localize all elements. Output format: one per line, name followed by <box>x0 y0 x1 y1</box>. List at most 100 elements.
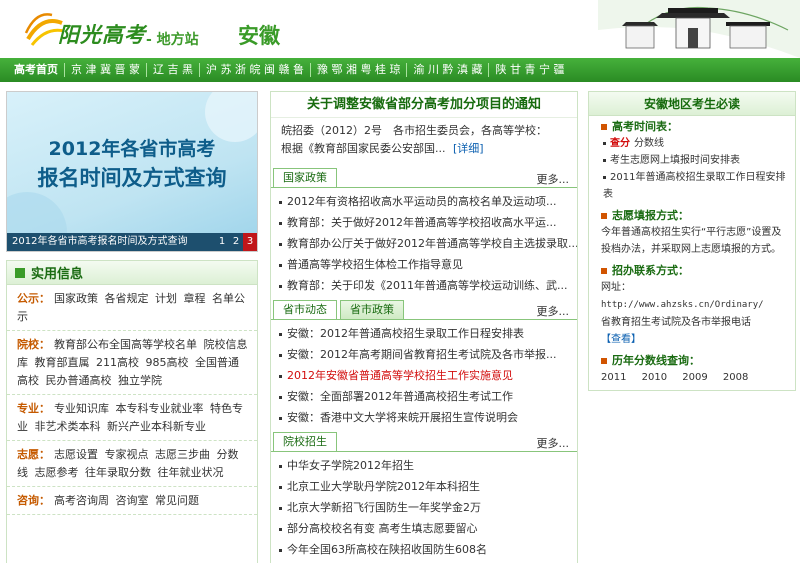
banner-headline-1: 2012年各省市高考 <box>48 138 216 160</box>
info-link[interactable]: 本专科专业就业率 <box>116 402 204 415</box>
nav-central-south[interactable]: 豫 鄂 湘 粤 桂 琼 <box>311 63 408 77</box>
info-section-label: 公示： <box>17 292 50 305</box>
headline-detail-link[interactable]: [详细] <box>453 142 484 155</box>
info-section: 公示： 国家政策 各省规定 计划 章程 名单公示 <box>7 285 257 331</box>
news-link[interactable]: 北京大学新招飞行国防生一年奖学金2万 <box>287 501 481 514</box>
bullet-icon <box>279 416 282 420</box>
site-logo[interactable]: 阳光高考 - 地方站 <box>22 5 222 53</box>
admission-schedule-link[interactable]: 2011年普通高校招生录取工作日程安排表 <box>603 172 785 200</box>
volunteer-schedule-link[interactable]: 考生志愿网上填报时间安排表 <box>610 155 740 166</box>
past-scores-heading: 历年分数线查询： <box>612 354 700 367</box>
info-link[interactable]: 常见问题 <box>155 494 199 507</box>
info-link[interactable]: 教育部公布全国高等学校名单 <box>54 338 197 351</box>
more-link[interactable]: 更多... <box>537 435 570 451</box>
info-link[interactable]: 非艺术类本科 <box>35 420 101 433</box>
website-url[interactable]: http://www.ahzsks.cn/Ordinary/ <box>601 300 764 310</box>
news-link[interactable]: 普通高等学校招生体检工作指导意见 <box>287 258 463 271</box>
banner-page-1[interactable]: 1 <box>215 233 229 251</box>
info-link[interactable]: 民办普通高校 <box>46 374 112 387</box>
nav-northeast[interactable]: 辽 吉 黑 <box>147 63 200 77</box>
more-link[interactable]: 更多... <box>537 171 570 187</box>
news-tab[interactable]: 省市政策 <box>340 300 404 319</box>
info-link[interactable]: 志愿参考 <box>35 466 79 479</box>
news-tab[interactable]: 院校招生 <box>273 432 337 451</box>
score-year-link[interactable]: 2008 <box>723 372 748 383</box>
list-item: 安徽：2012年普通高校招生录取工作日程安排表 <box>279 323 577 344</box>
nav-north[interactable]: 京 津 冀 晋 蒙 <box>65 63 147 77</box>
news-link[interactable]: 安徽：全面部署2012年普通高校招生考试工作 <box>287 390 513 403</box>
bullet-icon <box>279 395 282 399</box>
nav-northwest[interactable]: 陕 甘 青 宁 疆 <box>489 63 570 77</box>
headline-title[interactable]: 关于调整安徽省部分高考加分项目的通知 <box>271 92 577 118</box>
exam-schedule-heading: 高考时间表： <box>612 120 678 133</box>
info-link[interactable]: 志愿三步曲 <box>155 448 210 461</box>
news-link[interactable]: 安徽：2012年高考期间省教育招生考试院及各市举报... <box>287 348 556 361</box>
view-hotline-link[interactable]: 【查看】 <box>601 334 641 345</box>
contact-section: 招办联系方式： 网址： http://www.ahzsks.cn/Ordinary… <box>589 260 795 350</box>
nav-east[interactable]: 沪 苏 浙 皖 闽 赣 鲁 <box>200 63 311 77</box>
info-link[interactable]: 章程 <box>184 292 206 305</box>
info-section: 院校： 教育部公布全国高等学校名单 院校信息库 教育部直属 211高校 985高校… <box>7 331 257 395</box>
news-link[interactable]: 教育部：关于做好2012年普通高等学校招收高水平运... <box>287 216 556 229</box>
square-bullet-icon <box>15 267 25 278</box>
news-link[interactable]: 部分高校校名有变 高考生填志愿要留心 <box>287 522 478 535</box>
info-link[interactable]: 高考咨询周 <box>54 494 109 507</box>
news-link[interactable]: 今年全国63所高校在陕招收国防生608名 <box>287 543 487 556</box>
info-link[interactable]: 计划 <box>155 292 177 305</box>
info-link[interactable]: 教育部直属 <box>35 356 90 369</box>
info-section: 咨询： 高考咨询周 咨询室 常见问题 <box>7 487 257 515</box>
news-link[interactable]: 安徽：香港中文大学将来皖开展招生宣传说明会 <box>287 411 518 424</box>
list-item: 安徽：香港中文大学将来皖开展招生宣传说明会 <box>279 407 577 428</box>
news-link[interactable]: 教育部办公厅关于做好2012年普通高等学校自主选拔录取... <box>287 237 577 250</box>
info-link[interactable]: 往年就业状况 <box>158 466 224 479</box>
info-section-label: 专业： <box>17 402 50 415</box>
square-bullet-icon <box>601 267 607 274</box>
info-link[interactable]: 国家政策 <box>54 292 98 305</box>
square-bullet-icon <box>601 212 607 219</box>
nav-southwest[interactable]: 渝 川 黔 滇 藏 <box>407 63 490 77</box>
list-item: 考生志愿网上填报时间安排表 <box>601 152 787 169</box>
score-year-link[interactable]: 2010 <box>642 372 667 383</box>
news-link[interactable]: 教育部：关于印发《2011年普通高等学校运动训练、武... <box>287 279 567 292</box>
news-link[interactable]: 安徽：2012年普通高校招生录取工作日程安排表 <box>287 327 524 340</box>
info-link[interactable]: 各省规定 <box>105 292 149 305</box>
cutoff-score-link[interactable]: 分数线 <box>634 138 664 149</box>
score-query-link[interactable]: 查分 <box>610 138 630 149</box>
news-section: 省市动态 省市政策 更多... 安徽：2012年普通高校招生录取工作日程安排表安徽：2… <box>271 300 577 428</box>
banner-page-2[interactable]: 2 <box>229 233 243 251</box>
info-section: 志愿： 志愿设置 专家视点 志愿三步曲 分数线 志愿参考 往年录取分数 往年就业状… <box>7 441 257 487</box>
news-link[interactable]: 中华女子学院2012年招生 <box>287 459 414 472</box>
info-link[interactable]: 新兴产业本科新专业 <box>107 420 206 433</box>
site-header: 阳光高考 - 地方站 安徽 <box>0 0 800 58</box>
info-section-label: 咨询： <box>17 494 50 507</box>
huizhou-architecture-illustration <box>598 0 800 58</box>
banner-page-3[interactable]: 3 <box>243 233 257 251</box>
practical-info-sections: 公示： 国家政策 各省规定 计划 章程 名单公示 院校： 教育部公布全国高等学校名单… <box>7 285 257 515</box>
contact-heading: 招办联系方式： <box>612 264 689 277</box>
info-link[interactable]: 咨询室 <box>116 494 149 507</box>
info-link[interactable]: 985高校 <box>146 356 189 369</box>
news-link[interactable]: 北京工业大学耿丹学院2012年本科招生 <box>287 480 480 493</box>
news-tab[interactable]: 国家政策 <box>273 168 337 187</box>
list-item: 中华女子学院2012年招生 <box>279 455 577 476</box>
more-link[interactable]: 更多... <box>537 303 570 319</box>
info-link[interactable]: 专业知识库 <box>54 402 109 415</box>
banner-headline-2: 报名时间及方式查询 <box>37 166 227 190</box>
nav-home[interactable]: 高考首页 <box>0 63 65 77</box>
bullet-icon <box>603 141 606 145</box>
province-title: 安徽 <box>238 24 280 48</box>
banner-slideshow[interactable]: 2012年各省市高考 报名时间及方式查询 2012年各省市高考报名时间及方式查询… <box>6 91 258 252</box>
news-link[interactable]: 2012年有资格招收高水平运动员的高校名单及运动项... <box>287 195 556 208</box>
info-link[interactable]: 211高校 <box>96 356 139 369</box>
website-label: 网址： <box>601 282 631 293</box>
news-tab[interactable]: 省市动态 <box>273 300 337 319</box>
news-link[interactable]: 2012年安徽省普通高等学校招生工作实施意见 <box>287 369 513 382</box>
info-link[interactable]: 独立学院 <box>118 374 162 387</box>
score-year-link[interactable]: 2011 <box>601 372 626 383</box>
bullet-icon <box>279 485 282 489</box>
score-year-link[interactable]: 2009 <box>682 372 707 383</box>
must-read-title: 安徽地区考生必读 <box>589 92 795 116</box>
info-link[interactable]: 专家视点 <box>105 448 149 461</box>
info-link[interactable]: 往年录取分数 <box>85 466 151 479</box>
info-link[interactable]: 志愿设置 <box>54 448 98 461</box>
